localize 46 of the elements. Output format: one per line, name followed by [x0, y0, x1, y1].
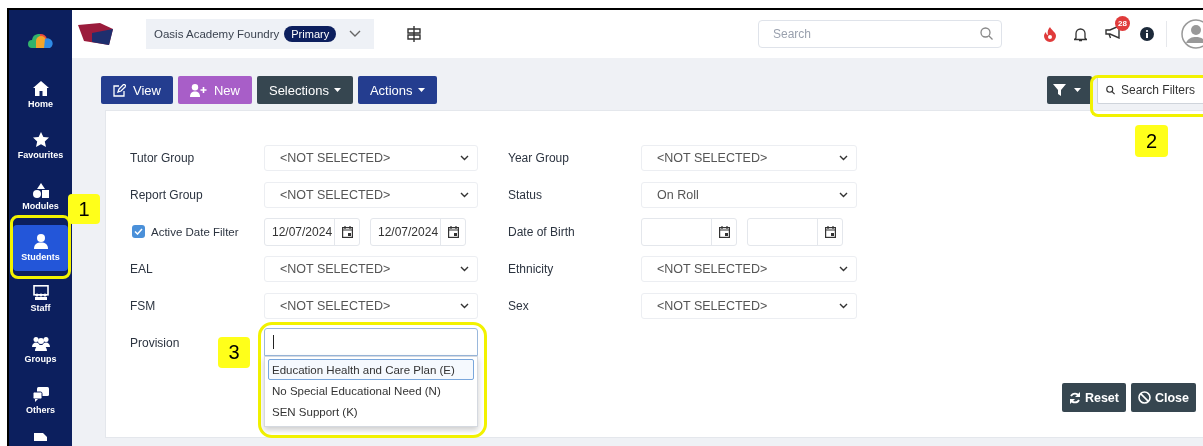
filter-label: Date of Birth — [508, 224, 575, 239]
sidebar-item[interactable]: Others — [13, 378, 68, 424]
filter-label: Sex — [508, 298, 529, 313]
select-field[interactable]: On Roll — [641, 181, 857, 208]
select-field[interactable]: <NOT SELECTED> — [641, 255, 857, 282]
select-field[interactable]: <NOT SELECTED> — [264, 181, 478, 208]
select-field[interactable]: <NOT SELECTED> — [641, 144, 857, 171]
select-field[interactable]: <NOT SELECTED> — [641, 292, 857, 319]
dropdown-option[interactable]: Education Health and Care Plan (E) — [268, 359, 474, 380]
filter-label: EAL — [130, 261, 153, 276]
panel-button[interactable]: Reset — [1061, 383, 1126, 412]
filter-label: Active Date Filter — [151, 225, 239, 238]
filter-label: Tutor Group — [130, 150, 195, 165]
panel-button[interactable]: Close — [1130, 383, 1196, 412]
toolbar-button[interactable]: New — [177, 76, 252, 104]
filter-label: FSM — [130, 298, 156, 313]
sidebar-item[interactable]: Groups — [13, 327, 68, 373]
school-name: Oasis Academy Foundry — [154, 28, 280, 40]
filter-label: Provision — [130, 336, 180, 350]
annotation-number: 1 — [68, 194, 100, 224]
search-field[interactable]: Search — [758, 20, 1002, 48]
notification-badge: 28 — [1115, 16, 1130, 31]
sidebar-item[interactable]: Home — [13, 72, 68, 118]
select-field[interactable]: <NOT SELECTED> — [264, 144, 478, 171]
sidebar-item[interactable]: Staff — [13, 276, 68, 322]
toolbar-button[interactable]: Selections — [256, 76, 353, 104]
date-field[interactable]: 12/07/2024 — [264, 217, 360, 246]
dropdown-option[interactable]: No Special Educational Need (N) — [268, 380, 474, 401]
toolbar-button[interactable]: View — [101, 76, 173, 104]
filter-label: Year Group — [508, 150, 569, 165]
sidebar-item[interactable]: Modules — [13, 174, 68, 220]
dropdown-option[interactable]: SEN Support (K) — [268, 401, 474, 422]
sidebar-item[interactable]: Students — [13, 225, 68, 271]
annotation-number: 3 — [218, 337, 250, 368]
phase-badge: Primary — [284, 26, 337, 42]
search-filters-button[interactable]: Search Filters — [1097, 76, 1203, 104]
toolbar-button[interactable]: Actions — [357, 76, 437, 104]
school-selector[interactable]: Oasis Academy Foundry Primary — [146, 19, 374, 49]
sidebar-item[interactable]: Favourites — [13, 123, 68, 169]
select-field[interactable]: <NOT SELECTED> — [264, 255, 478, 282]
annotation-number: 2 — [1135, 125, 1168, 157]
filter-label: Report Group — [130, 187, 203, 202]
filter-label: Ethnicity — [508, 261, 554, 276]
date-field[interactable]: 12/07/2024 — [370, 217, 466, 246]
filter-label: Status — [508, 187, 543, 202]
select-field[interactable]: <NOT SELECTED> — [264, 292, 478, 319]
